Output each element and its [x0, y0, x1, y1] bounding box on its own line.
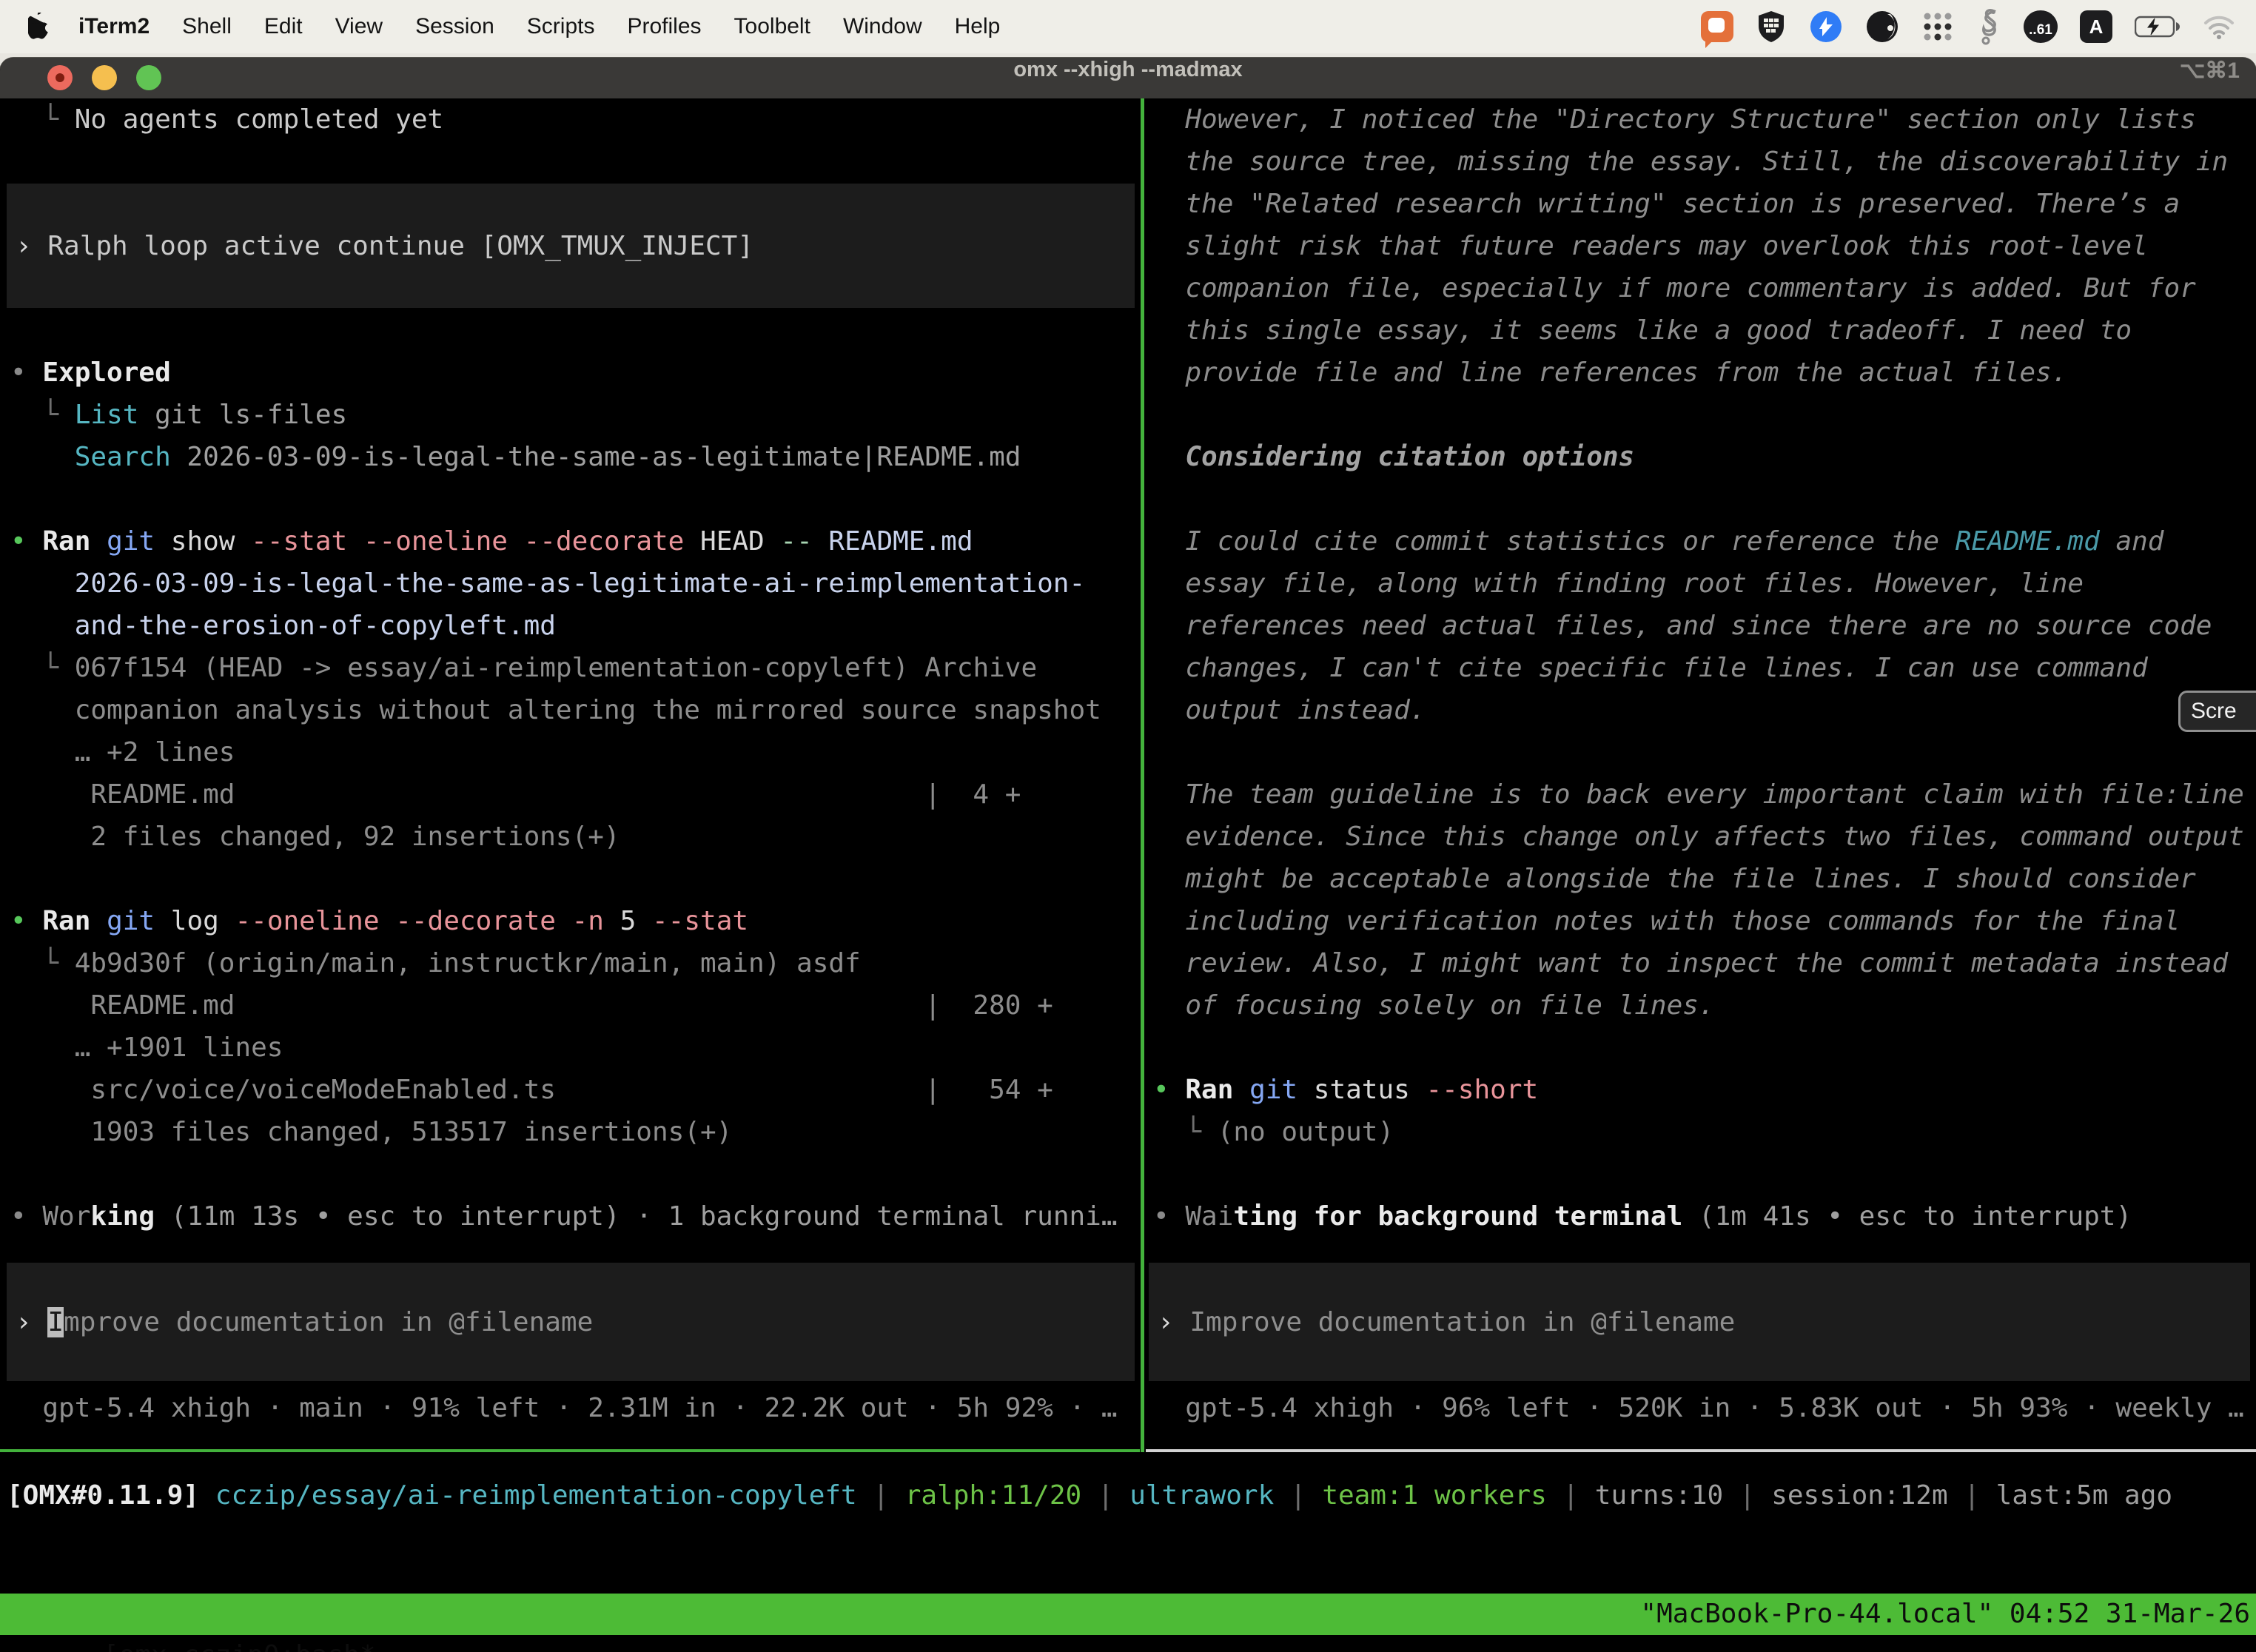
- menu-edit[interactable]: Edit: [248, 14, 319, 38]
- terminal-line: • Working (11m 13s • esc to interrupt) ·…: [10, 1195, 1140, 1238]
- menu-status-icons: ..61 A: [1701, 8, 2235, 45]
- terminal-line: [10, 858, 1140, 900]
- terminal-line: README.md | 280 +: [10, 984, 1140, 1027]
- terminal-line: src/voice/voiceModeEnabled.ts | 54 +: [10, 1069, 1140, 1111]
- terminal-line: [1153, 478, 2256, 520]
- letter-a-icon[interactable]: A: [2080, 10, 2112, 43]
- terminal-line: … +1901 lines: [10, 1027, 1140, 1069]
- left-pane-bottom-border: [0, 1449, 1140, 1452]
- terminal-line: [1153, 394, 2256, 436]
- menu-profiles[interactable]: Profiles: [611, 14, 717, 38]
- tmux-session-label: [omx-cczip0:bash*: [96, 1640, 375, 1652]
- terminal-line: … +2 lines: [10, 731, 1140, 773]
- terminal-line: Considering citation options: [1153, 436, 2256, 478]
- screen-tooltip[interactable]: Scre: [2178, 691, 2256, 732]
- iterm-window: omx --xhigh --madmax ⌥⌘1 └ No agents com…: [0, 58, 2256, 1652]
- terminal-line: companion file, especially if more comme…: [1153, 267, 2256, 309]
- apple-icon[interactable]: [28, 13, 52, 41]
- terminal-line: └ No agents completed yet: [10, 98, 1140, 141]
- left-inject-box: › Ralph loop active continue [OMX_TMUX_I…: [7, 184, 1135, 308]
- chat-bubble-icon[interactable]: [1701, 11, 1733, 42]
- right-input-box[interactable]: › Improve documentation in @filename: [1149, 1263, 2250, 1381]
- terminal-line: and-the-erosion-of-copyleft.md: [10, 605, 1140, 647]
- terminal-line: • Ran git show --stat --oneline --decora…: [10, 520, 1140, 563]
- terminal-line: 2026-03-09-is-legal-the-same-as-legitima…: [10, 563, 1140, 605]
- menu-toolbelt[interactable]: Toolbelt: [718, 14, 827, 38]
- close-button[interactable]: [47, 65, 73, 90]
- terminal-line: • Waiting for background terminal (1m 41…: [1153, 1195, 2256, 1238]
- menu-window[interactable]: Window: [827, 14, 939, 38]
- count-badge-icon[interactable]: ..61: [2024, 10, 2058, 43]
- terminal-line: evidence. Since this change only affects…: [1153, 816, 2256, 858]
- menu-shell[interactable]: Shell: [166, 14, 248, 38]
- menu-session[interactable]: Session: [399, 14, 511, 38]
- terminal-line: I could cite commit statistics or refere…: [1153, 520, 2256, 563]
- terminal-line: However, I noticed the "Directory Struct…: [1153, 98, 2256, 141]
- terminal-line: of focusing solely on file lines.: [1153, 984, 2256, 1027]
- right-pane-bottom-border: [1146, 1449, 2256, 1452]
- terminal-line: references need actual files, and since …: [1153, 605, 2256, 647]
- terminal-line: slight risk that future readers may over…: [1153, 225, 2256, 267]
- battery-icon[interactable]: [2135, 15, 2181, 38]
- tmux-host-clock: "MacBook-Pro-44.local" 04:52 31-Mar-26: [1640, 1594, 2250, 1635]
- terminal-line: [1153, 1027, 2256, 1069]
- terminal-line: └ List git ls-files: [10, 394, 1140, 436]
- terminal-line: └ 067f154 (HEAD -> essay/ai-reimplementa…: [10, 647, 1140, 689]
- minimize-button[interactable]: [92, 65, 117, 90]
- terminal-line: [10, 309, 1140, 352]
- screen-tooltip-label: Scre: [2191, 699, 2237, 724]
- crescent-icon[interactable]: [1865, 10, 1899, 44]
- terminal-line: companion analysis without altering the …: [10, 689, 1140, 731]
- terminal-line: └ 4b9d30f (origin/main, instructkr/main,…: [10, 942, 1140, 984]
- omx-status-bar: [OMX#0.11.9] cczip/essay/ai-reimplementa…: [7, 1474, 2172, 1517]
- terminal-line: [10, 1153, 1140, 1195]
- terminal-line: 2 files changed, 92 insertions(+): [10, 816, 1140, 858]
- wifi-icon[interactable]: [2203, 14, 2235, 39]
- terminal-line: might be acceptable alongside the file l…: [1153, 858, 2256, 900]
- terminal-line: README.md | 4 +: [10, 773, 1140, 816]
- terminal-line: [1153, 1153, 2256, 1195]
- blue-bolt-icon[interactable]: [1809, 10, 1843, 44]
- menu-iterm2[interactable]: iTerm2: [62, 14, 166, 38]
- menu-view[interactable]: View: [319, 14, 399, 38]
- dots-grid-icon[interactable]: [1921, 10, 1954, 43]
- terminal-line: this single essay, it seems like a good …: [1153, 309, 2256, 352]
- right-pane: However, I noticed the "Directory Struct…: [1146, 98, 2256, 1238]
- terminal-line: the "Related research writing" section i…: [1153, 183, 2256, 225]
- zoom-button[interactable]: [136, 65, 161, 90]
- terminal-line: The team guideline is to back every impo…: [1153, 773, 2256, 816]
- terminal-line: • Ran git status --short: [1153, 1069, 2256, 1111]
- terminal-line: including verification notes with those …: [1153, 900, 2256, 942]
- terminal-line: • Explored: [10, 352, 1140, 394]
- pane-divider[interactable]: [1141, 98, 1144, 1452]
- terminal-line: └ (no output): [1153, 1111, 2256, 1153]
- terminal[interactable]: └ No agents completed yet • Explored └ L…: [0, 98, 2256, 1652]
- tab-shortcut: ⌥⌘1: [2180, 58, 2240, 84]
- terminal-line: [10, 478, 1140, 520]
- terminal-line: provide file and line references from th…: [1153, 352, 2256, 394]
- left-model-status: gpt-5.4 xhigh · main · 91% left · 2.31M …: [10, 1387, 1137, 1429]
- terminal-line: 1903 files changed, 513517 insertions(+): [10, 1111, 1140, 1153]
- terminal-line: Search 2026-03-09-is-legal-the-same-as-l…: [10, 436, 1140, 478]
- shield-icon[interactable]: [1756, 10, 1787, 44]
- terminal-line: review. Also, I might want to inspect th…: [1153, 942, 2256, 984]
- terminal-line: changes, I can't cite specific file line…: [1153, 647, 2256, 689]
- menu-bar: iTerm2ShellEditViewSessionScriptsProfile…: [0, 0, 2256, 53]
- window-title: omx --xhigh --madmax: [0, 58, 2256, 82]
- squiggle-icon[interactable]: [1976, 8, 2001, 45]
- left-input-box[interactable]: › Improve documentation in @filename: [7, 1263, 1135, 1381]
- tmux-status-bar: [omx-cczip0:bash* "MacBook-Pro-44.local"…: [0, 1594, 2256, 1635]
- menu-scripts[interactable]: Scripts: [511, 14, 611, 38]
- terminal-line: essay file, along with finding root file…: [1153, 563, 2256, 605]
- menu-items: iTerm2ShellEditViewSessionScriptsProfile…: [62, 14, 1016, 39]
- traffic-lights: [47, 65, 161, 90]
- terminal-line: • Ran git log --oneline --decorate -n 5 …: [10, 900, 1140, 942]
- right-model-status: gpt-5.4 xhigh · 96% left · 520K in · 5.8…: [1153, 1387, 2250, 1429]
- terminal-line: output instead.: [1153, 689, 2256, 731]
- title-bar[interactable]: omx --xhigh --madmax ⌥⌘1: [0, 58, 2256, 98]
- menu-help[interactable]: Help: [939, 14, 1017, 38]
- terminal-line: the source tree, missing the essay. Stil…: [1153, 141, 2256, 183]
- terminal-line: [1153, 731, 2256, 773]
- terminal-line: [10, 141, 1140, 183]
